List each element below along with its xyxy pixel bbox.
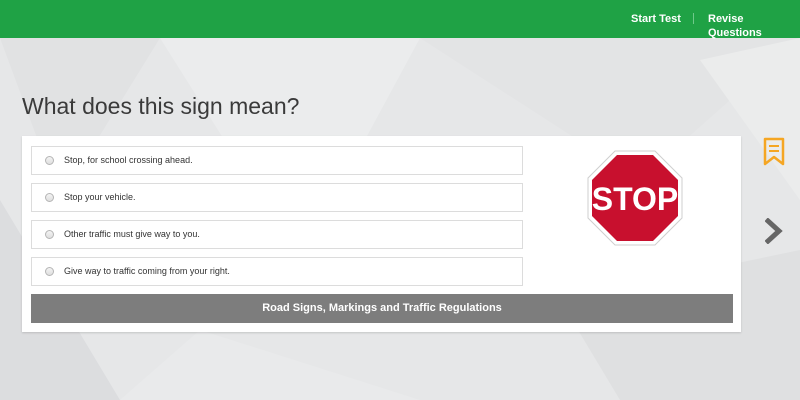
answer-option-label: Give way to traffic coming from your rig… <box>64 266 230 276</box>
radio-button[interactable] <box>45 230 54 239</box>
start-test-link[interactable]: Start Test <box>631 12 681 26</box>
stop-sign-text: STOP <box>592 181 679 217</box>
answer-option-label: Stop, for school crossing ahead. <box>64 155 193 165</box>
stop-sign-icon: STOP <box>587 150 683 246</box>
bookmark-icon[interactable] <box>763 137 785 172</box>
nav-divider <box>693 13 694 24</box>
answer-option-4[interactable]: Give way to traffic coming from your rig… <box>31 257 523 286</box>
answer-option-label: Stop your vehicle. <box>64 192 136 202</box>
radio-button[interactable] <box>45 267 54 276</box>
answer-option-label: Other traffic must give way to you. <box>64 229 200 239</box>
chevron-right-icon[interactable] <box>764 217 783 249</box>
category-bar: Road Signs, Markings and Traffic Regulat… <box>31 294 733 323</box>
radio-button[interactable] <box>45 156 54 165</box>
answer-option-3[interactable]: Other traffic must give way to you. <box>31 220 523 249</box>
radio-button[interactable] <box>45 193 54 202</box>
answer-option-2[interactable]: Stop your vehicle. <box>31 183 523 212</box>
top-nav-bar: Start Test Revise Questions <box>0 0 800 40</box>
question-title: What does this sign mean? <box>22 93 300 119</box>
question-card: Stop, for school crossing ahead. Stop yo… <box>22 136 741 332</box>
revise-questions-link[interactable]: Revise Questions <box>708 12 800 40</box>
answer-option-1[interactable]: Stop, for school crossing ahead. <box>31 146 523 175</box>
